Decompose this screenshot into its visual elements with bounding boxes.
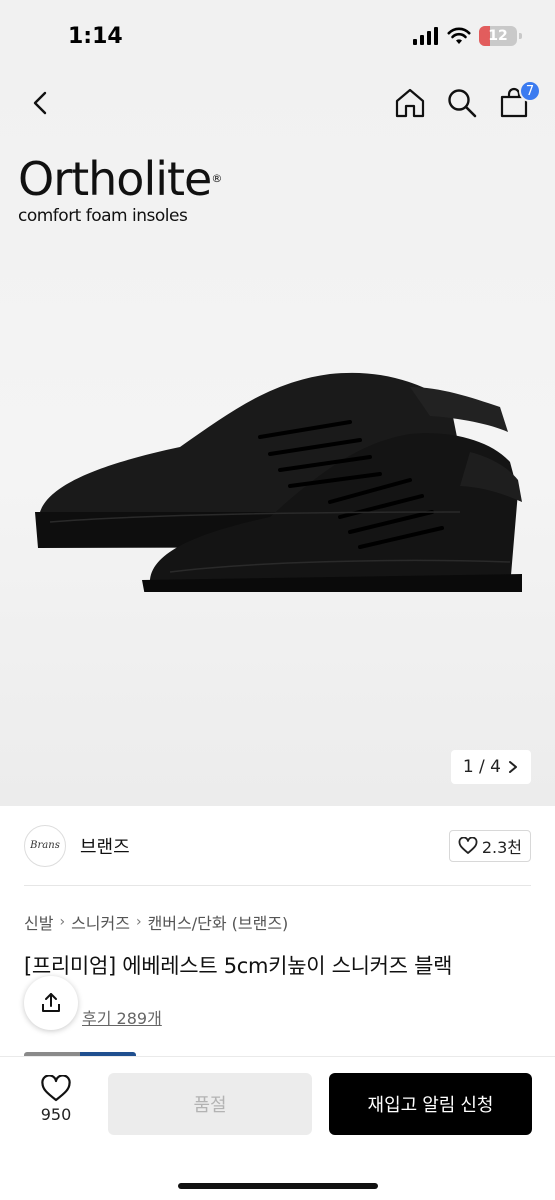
- battery-level: 12: [488, 28, 508, 44]
- store-info-row: Brans 브랜즈 2.3천: [24, 806, 531, 886]
- battery-indicator: 12: [479, 26, 522, 46]
- image-counter-text: 1 / 4: [462, 757, 501, 777]
- home-button[interactable]: [393, 86, 427, 120]
- home-indicator: [178, 1183, 378, 1189]
- sold-out-button: 품절: [108, 1073, 312, 1135]
- status-icons: 12: [413, 26, 522, 46]
- heart-icon: [41, 1075, 71, 1102]
- share-icon: [42, 993, 60, 1012]
- image-counter-button[interactable]: 1 / 4: [450, 750, 531, 784]
- chevron-right-icon: ›: [135, 914, 142, 930]
- restock-alert-button[interactable]: 재입고 알림 신청: [329, 1073, 532, 1135]
- share-button[interactable]: [24, 976, 78, 1030]
- bottom-action-bar: 950 품절 재입고 알림 신청: [0, 1056, 555, 1200]
- product-image-carousel[interactable]: 7 Ortholite® comfort foam insoles 1 / 4: [0, 72, 555, 806]
- status-bar: 1:14 12: [0, 0, 555, 72]
- signal-icon: [413, 27, 438, 45]
- store-avatar[interactable]: Brans: [24, 824, 66, 867]
- ortholite-logo: Ortholite® comfort foam insoles: [18, 152, 222, 226]
- store-like-button[interactable]: 2.3천: [448, 829, 531, 862]
- cart-count-badge: 7: [519, 80, 541, 102]
- cart-button[interactable]: 7: [497, 80, 541, 120]
- header-actions: 7: [393, 80, 541, 120]
- logo-tagline: comfort foam insoles: [18, 206, 188, 226]
- product-title: [프리미엄] 에베레스트 5cm키높이 스니커즈 블랙: [24, 954, 453, 978]
- breadcrumb-item[interactable]: 스니커즈: [71, 910, 130, 934]
- breadcrumb-item[interactable]: 캔버스/단화 (브랜즈): [148, 910, 289, 934]
- status-time: 1:14: [68, 24, 123, 49]
- wifi-icon: [447, 27, 471, 44]
- chevron-right-icon: [509, 761, 517, 773]
- heart-icon: [458, 836, 478, 854]
- store-like-count: 2.3천: [481, 837, 522, 857]
- back-icon: [33, 91, 47, 115]
- logo-wordmark: Ortholite®: [18, 152, 222, 206]
- wishlist-button[interactable]: 950: [24, 1075, 88, 1124]
- breadcrumb: 신발 › 스니커즈 › 캔버스/단화 (브랜즈): [24, 910, 288, 934]
- back-button[interactable]: [26, 88, 56, 118]
- wishlist-count: 950: [40, 1105, 72, 1124]
- product-image-sneakers: [35, 372, 522, 592]
- breadcrumb-item[interactable]: 신발: [24, 910, 53, 934]
- chevron-right-icon: ›: [59, 914, 66, 930]
- review-link[interactable]: 후기 289개: [82, 1005, 162, 1029]
- home-icon: [395, 88, 425, 118]
- search-icon: [448, 89, 477, 118]
- store-avatar-text: Brans: [30, 840, 60, 851]
- store-name[interactable]: 브랜즈: [80, 833, 130, 859]
- search-button[interactable]: [445, 86, 479, 120]
